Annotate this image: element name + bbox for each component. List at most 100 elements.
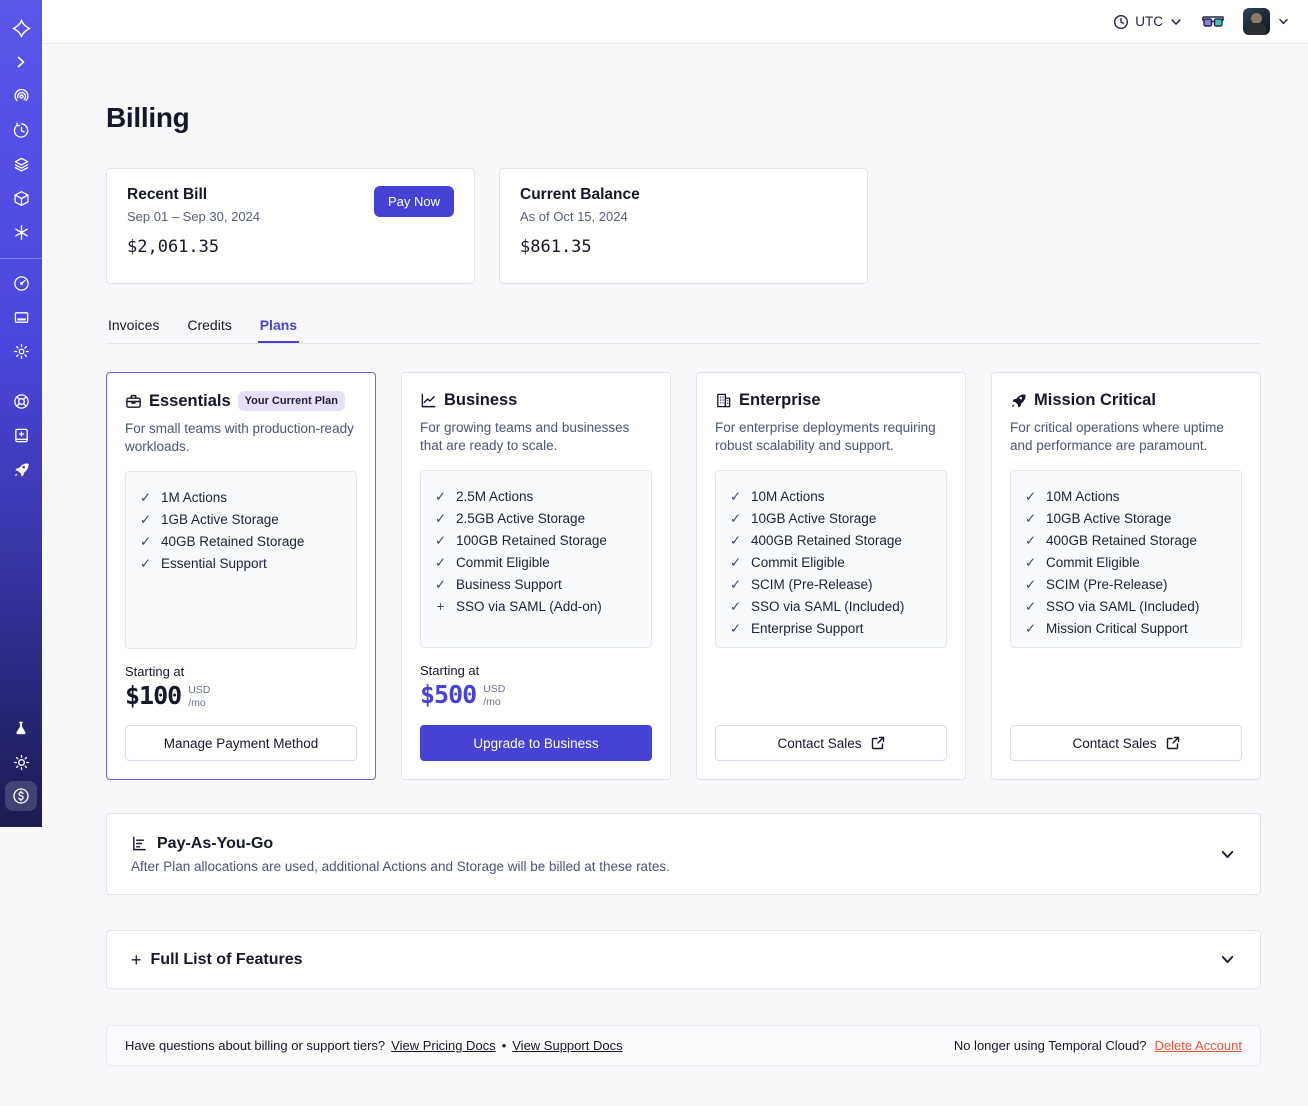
feature-item: ✓ Mission Critical Support xyxy=(1024,618,1228,640)
plan-description: For growing teams and businesses that ar… xyxy=(420,420,630,453)
feature-text: 400GB Retained Storage xyxy=(1046,533,1197,548)
tab-invoices[interactable]: Invoices xyxy=(106,311,161,343)
check-icon: ✓ xyxy=(729,577,742,592)
sidebar-item-plans-active[interactable] xyxy=(5,781,37,811)
contact-sales-button[interactable]: Contact Sales xyxy=(715,725,947,761)
check-icon: ✓ xyxy=(1024,577,1037,592)
feature-text: Commit Eligible xyxy=(751,555,845,570)
sidebar-item-theme[interactable] xyxy=(5,747,37,777)
feature-item: ✓ 1GB Active Storage xyxy=(139,509,343,531)
plan-card-mission-critical: Mission Critical For critical operations… xyxy=(991,372,1261,780)
3d-glasses-icon xyxy=(1202,15,1224,27)
sidebar-item-settings[interactable] xyxy=(5,336,37,366)
feature-item: ✓ 40GB Retained Storage xyxy=(139,531,343,553)
feature-text: Enterprise Support xyxy=(751,621,864,636)
feature-item: ✓ Business Support xyxy=(434,574,638,596)
sidebar-item-nexus[interactable] xyxy=(5,217,37,247)
feature-item: ✓ SCIM (Pre-Release) xyxy=(1024,574,1228,596)
feature-item: ✓ SCIM (Pre-Release) xyxy=(729,574,933,596)
check-icon: ✓ xyxy=(1024,489,1037,504)
plan-description: For critical operations where uptime and… xyxy=(1010,420,1224,453)
check-icon: ✓ xyxy=(1024,533,1037,548)
check-icon: ✓ xyxy=(729,533,742,548)
temporal-logo-icon xyxy=(11,18,31,38)
plan-price-area: Starting at $100 USD/mo xyxy=(125,664,357,710)
sidebar-item-namespaces[interactable] xyxy=(5,81,37,111)
buildings-icon xyxy=(715,392,732,409)
user-menu[interactable] xyxy=(1243,8,1290,35)
full-features-title: Full List of Features xyxy=(150,950,303,968)
payg-title: Pay-As-You-Go xyxy=(157,834,274,852)
check-icon: ✓ xyxy=(434,577,447,592)
sidebar-item-usage[interactable] xyxy=(5,268,37,298)
feature-item: ✓ 10GB Active Storage xyxy=(729,508,933,530)
3d-glasses-button[interactable] xyxy=(1201,14,1225,30)
current-plan-badge: Your Current Plan xyxy=(237,391,345,411)
billing-card-icon xyxy=(14,311,28,323)
chevron-down-icon xyxy=(1171,18,1181,25)
full-features-accordion[interactable]: + Full List of Features xyxy=(106,930,1261,989)
payg-description: After Plan allocations are used, additio… xyxy=(131,858,670,874)
sidebar-item-docs[interactable] xyxy=(5,420,37,450)
summary-cards: Recent Bill Sep 01 – Sep 30, 2024 $2,061… xyxy=(106,168,1261,284)
sidebar xyxy=(0,0,42,827)
plus-icon: + xyxy=(436,599,445,614)
contact-sales-button[interactable]: Contact Sales xyxy=(1010,725,1242,761)
plan-price: $100 xyxy=(125,681,182,710)
starting-at-label: Starting at xyxy=(420,663,480,678)
view-pricing-docs-link[interactable]: View Pricing Docs xyxy=(391,1038,496,1053)
sidebar-item-expand[interactable] xyxy=(5,47,37,77)
chevron-right-icon xyxy=(17,56,25,68)
sidebar-item-deployments[interactable] xyxy=(5,183,37,213)
rocket-icon xyxy=(14,462,29,477)
check-icon: ✓ xyxy=(139,512,152,527)
plan-feature-list: ✓ 10M Actions ✓ 10GB Active Storage ✓ 400GB… xyxy=(1010,470,1242,648)
plan-price-unit: USD/mo xyxy=(483,683,506,708)
feature-text: SSO via SAML (Add-on) xyxy=(456,599,602,614)
docs-book-plus-icon xyxy=(14,428,28,442)
sidebar-divider xyxy=(0,258,42,259)
pay-as-you-go-accordion[interactable]: Pay-As-You-Go After Plan allocations are… xyxy=(106,813,1261,895)
namespaces-spiral-icon xyxy=(13,88,29,101)
plan-price-area: Starting at $500 USD/mo xyxy=(420,663,652,709)
dot-separator: • xyxy=(501,1038,507,1053)
tab-plans[interactable]: Plans xyxy=(258,311,299,343)
briefcase-icon xyxy=(125,393,142,410)
plan-description: For enterprise deployments requiring rob… xyxy=(715,420,936,453)
chart-line-icon xyxy=(420,392,437,409)
plan-feature-list: ✓ 1M Actions ✓ 1GB Active Storage ✓ 40GB Re… xyxy=(125,471,357,649)
feature-item: ✓ 2.5M Actions xyxy=(434,486,638,508)
asterisk-icon xyxy=(14,224,28,240)
chevron-down-icon xyxy=(1219,951,1236,968)
timezone-selector[interactable]: UTC xyxy=(1113,14,1183,30)
check-icon: ✓ xyxy=(139,534,152,549)
temporal-logo[interactable] xyxy=(5,13,37,43)
manage-payment-method-button[interactable]: Manage Payment Method xyxy=(125,725,357,761)
tab-credits[interactable]: Credits xyxy=(185,311,233,343)
view-support-docs-link[interactable]: View Support Docs xyxy=(512,1038,622,1053)
feature-item: ✓ Commit Eligible xyxy=(434,552,638,574)
feature-text: 1M Actions xyxy=(161,490,228,505)
check-icon: ✓ xyxy=(1024,555,1037,570)
schedules-clock-icon xyxy=(13,121,28,138)
upgrade-to-business-button[interactable]: Upgrade to Business xyxy=(420,725,652,761)
feature-item: ✓ 10M Actions xyxy=(729,486,933,508)
feature-text: Business Support xyxy=(456,577,562,592)
sidebar-item-support[interactable] xyxy=(5,386,37,416)
feature-item: ✓ 400GB Retained Storage xyxy=(729,530,933,552)
pay-now-button[interactable]: Pay Now xyxy=(373,186,454,217)
sidebar-item-labs[interactable] xyxy=(5,713,37,743)
feature-text: 1GB Active Storage xyxy=(161,512,279,527)
feature-text: Commit Eligible xyxy=(456,555,550,570)
sidebar-item-schedules[interactable] xyxy=(5,115,37,145)
theme-sun-icon xyxy=(13,754,29,770)
plan-feature-list: ✓ 10M Actions ✓ 10GB Active Storage ✓ 400GB… xyxy=(715,470,947,648)
plan-name: Business xyxy=(444,391,518,409)
delete-account-link[interactable]: Delete Account xyxy=(1155,1038,1242,1053)
sidebar-item-getting-started[interactable] xyxy=(5,454,37,484)
sidebar-item-stacks[interactable] xyxy=(5,149,37,179)
feature-text: Essential Support xyxy=(161,556,267,571)
check-icon: ✓ xyxy=(1024,599,1037,614)
check-icon: ✓ xyxy=(729,555,742,570)
sidebar-item-billing[interactable] xyxy=(5,302,37,332)
